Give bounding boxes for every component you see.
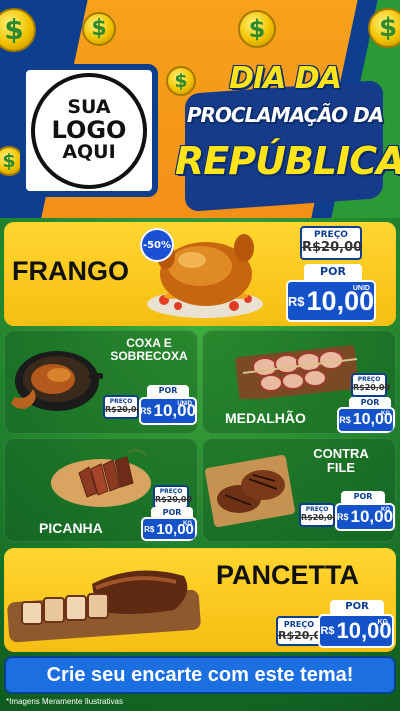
- title-line1: DIA DA: [229, 61, 342, 96]
- logo-text-line2: LOGO: [51, 115, 127, 144]
- new-price-box: R$ 10,00 KG: [141, 517, 197, 541]
- old-price-label: PREÇO: [109, 398, 133, 405]
- product-name: PANCETTA: [216, 560, 359, 590]
- product-name: MEDALHÃO: [225, 410, 306, 426]
- disclaimer-text: *Imagens Meramente Ilustrativas: [6, 697, 123, 706]
- title-line3: REPÚBLICA: [175, 139, 400, 183]
- logo-circle: SUA LOGO AQUI: [31, 72, 147, 189]
- price-unit: UNID: [352, 285, 370, 292]
- coin-icon: $: [238, 10, 276, 48]
- old-price-value: R$20,00: [105, 405, 143, 414]
- por-label: POR: [330, 600, 384, 614]
- pancetta-board-image: [7, 570, 201, 643]
- new-price-box: R$ 10,00 KG: [337, 407, 395, 433]
- old-price-box: PREÇO R$20,00: [276, 616, 329, 646]
- por-label: POR: [147, 385, 189, 397]
- por-label: POR: [341, 491, 385, 503]
- old-price-label: PREÇO: [283, 620, 315, 629]
- product-name: COXA E SOBRECOXA: [101, 336, 197, 364]
- price-unit: KG: [381, 411, 390, 417]
- price-currency: R$: [336, 512, 349, 522]
- product-card-frango[interactable]: FRANGO -50% PREÇO R$20,00 POR R$ 10,00 U…: [4, 222, 396, 326]
- old-price-value: R$20,00: [155, 495, 193, 504]
- product-name: PICANHA: [39, 520, 103, 536]
- old-price-label: PREÇO: [305, 506, 329, 513]
- old-price-value: R$20,00: [301, 513, 339, 522]
- product-name: CONTRA FILE: [305, 446, 377, 476]
- price-currency: R$: [320, 625, 335, 637]
- price-unit: KG: [381, 507, 390, 513]
- price-currency: R$: [287, 293, 305, 309]
- old-price-label: PREÇO: [159, 488, 183, 495]
- header-banner: $ $ $ $ $ $ SUA LOGO AQUI DIA DA PROCLAM…: [0, 0, 400, 218]
- product-name-line2: FILE: [326, 460, 356, 476]
- event-title: DIA DA PROCLAMAÇÃO DA REPÚBLICA: [175, 55, 400, 212]
- product-card-pancetta[interactable]: PANCETTA PREÇO R$20,00 POR R$ 10,00 KG: [4, 548, 396, 652]
- sliced-picanha-board-image: [51, 448, 151, 507]
- product-name-line1: CONTRA: [313, 446, 369, 461]
- product-card-coxa-sobrecoxa[interactable]: COXA E SOBRECOXA PREÇO R$20,00 POR R$ 10…: [4, 330, 198, 434]
- grilled-steak-board-image: [205, 455, 295, 527]
- chicken-thigh-pan-image: [11, 351, 103, 411]
- discount-badge: -50%: [140, 228, 174, 262]
- old-price-value: R$20,00: [278, 629, 329, 642]
- new-price-box: R$ 10,00 UNID: [286, 280, 376, 322]
- old-price-box: PREÇO R$20,00: [153, 485, 193, 509]
- logo-placeholder: SUA LOGO AQUI: [20, 64, 158, 197]
- product-card-medalhao[interactable]: MEDALHÃO PREÇO R$20,00 POR R$ 10,00 KG: [202, 330, 396, 434]
- price-unit: KG: [377, 619, 389, 626]
- price-unit: UNID: [177, 401, 192, 407]
- old-price-label: PREÇO: [314, 230, 348, 240]
- coin-icon: $: [82, 12, 116, 46]
- price-currency: R$: [144, 524, 155, 534]
- logo-text-line1: SUA: [67, 95, 111, 118]
- old-price-value: R$20,00: [302, 240, 363, 255]
- por-label: POR: [304, 264, 362, 280]
- new-price-box: R$ 10,00 KG: [318, 614, 394, 648]
- new-price-box: R$ 10,00 UNID: [139, 397, 197, 425]
- logo-text-line3: AQUI: [62, 141, 116, 164]
- price-currency: R$: [139, 406, 152, 416]
- old-price-value: R$20,00: [353, 383, 391, 392]
- price-currency: R$: [339, 415, 351, 425]
- old-price-box: PREÇO R$20,00: [300, 226, 362, 260]
- old-price-box: PREÇO R$20,00: [103, 395, 143, 419]
- product-card-contra-file[interactable]: CONTRA FILE PREÇO R$20,00 POR R$ 10,00 K…: [202, 438, 396, 542]
- price-unit: KG: [183, 521, 192, 527]
- create-flyer-button[interactable]: Crie seu encarte com este tema!: [4, 656, 396, 694]
- product-card-picanha[interactable]: PICANHA PREÇO R$20,00 POR R$ 10,00 KG: [4, 438, 198, 542]
- title-line2: PROCLAMAÇÃO DA: [186, 103, 384, 127]
- old-price-box: PREÇO R$20,00: [351, 373, 391, 397]
- old-price-label: PREÇO: [357, 376, 381, 383]
- old-price-box: PREÇO R$20,00: [299, 503, 339, 527]
- new-price-box: R$ 10,00 KG: [335, 503, 395, 531]
- bacon-skewers-image: [235, 345, 359, 399]
- coin-icon: $: [368, 8, 400, 48]
- product-name-line2: SOBRECOXA: [110, 349, 188, 364]
- product-name: FRANGO: [12, 256, 129, 286]
